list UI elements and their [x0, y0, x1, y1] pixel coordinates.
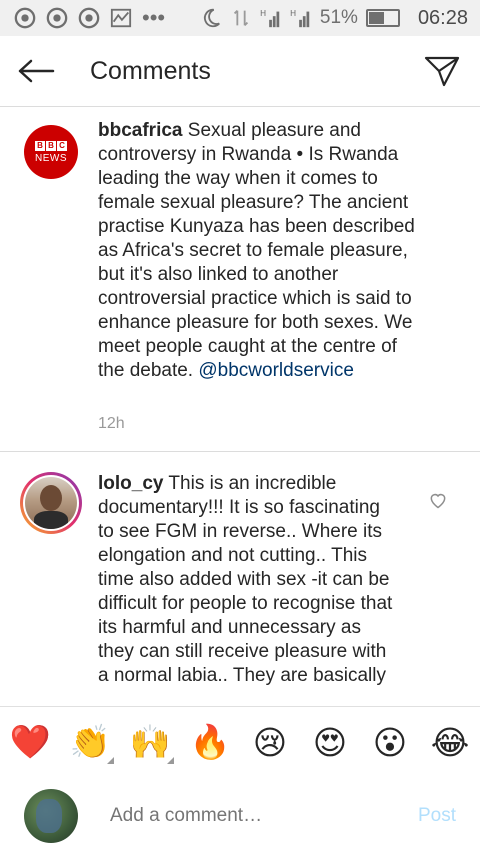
- emoji-heart[interactable]: ❤️: [6, 722, 54, 762]
- aperture-icon: [14, 7, 36, 29]
- status-icons-right: H H 51% 06:28: [200, 7, 468, 30]
- avatar-photo: [25, 477, 77, 529]
- post-button[interactable]: Post: [418, 805, 456, 827]
- comment-username[interactable]: lolo_cy: [98, 473, 163, 494]
- paper-plane-icon: [424, 56, 460, 87]
- aperture-icon: [78, 7, 100, 29]
- back-button[interactable]: [16, 51, 56, 91]
- back-arrow-icon: [18, 59, 55, 83]
- emoji-crying[interactable]: 😢: [246, 723, 294, 762]
- more-dots-icon: •••: [142, 5, 166, 30]
- emoji-heart-eyes[interactable]: 😍: [306, 723, 354, 762]
- post-caption: B B C NEWS bbcafrica Sexual pleasure and…: [0, 107, 480, 452]
- svg-text:H: H: [290, 8, 296, 18]
- emoji-laughing[interactable]: 😂: [426, 723, 474, 762]
- emoji-surprised[interactable]: 😮: [366, 723, 414, 762]
- caption-body: Sexual pleasure and controversy in Rwand…: [98, 120, 415, 381]
- bbc-news-label: NEWS: [35, 152, 67, 164]
- status-bar: ••• H H 51% 06:28: [0, 0, 480, 36]
- post-username[interactable]: bbcafrica: [98, 120, 182, 141]
- battery-icon: [365, 9, 400, 27]
- skin-tone-indicator-icon: [107, 757, 114, 764]
- avatar[interactable]: [20, 472, 82, 534]
- comment-item: lolo_cy This is an incredible documentar…: [0, 452, 480, 705]
- emoji-quick-bar: ❤️ 👏 🙌 🔥 😢 😍 😮 😂: [0, 706, 480, 778]
- aperture-icon: [46, 7, 68, 29]
- signal-h-icon: H: [290, 8, 310, 28]
- top-app-bar: Comments: [0, 36, 480, 107]
- battery-percent: 51%: [319, 7, 358, 28]
- share-button[interactable]: [422, 51, 462, 91]
- post-timestamp: 12h: [98, 415, 125, 432]
- comment-body: This is an incredible documentary!!! It …: [98, 473, 393, 686]
- comments-list[interactable]: B B C NEWS bbcafrica Sexual pleasure and…: [0, 107, 480, 705]
- comment-input[interactable]: [108, 803, 392, 828]
- data-transfer-icon: [233, 10, 248, 26]
- emoji-clap[interactable]: 👏: [66, 722, 114, 764]
- signal-h-icon: H: [260, 8, 280, 28]
- avatar: [24, 788, 78, 843]
- caption-text: bbcafrica Sexual pleasure and controvers…: [98, 119, 428, 383]
- emoji-raised-hands[interactable]: 🙌: [126, 722, 174, 764]
- skin-tone-indicator-icon: [167, 757, 174, 764]
- comment-text: lolo_cy This is an incredible documentar…: [98, 472, 398, 688]
- add-comment-bar: Post: [0, 777, 480, 854]
- moon-icon: [203, 8, 220, 28]
- emoji-fire[interactable]: 🔥: [186, 722, 234, 762]
- activity-chart-icon: [110, 8, 132, 28]
- page-title: Comments: [90, 56, 211, 85]
- mention-link[interactable]: @bbcworldservice: [198, 360, 354, 381]
- like-heart-icon[interactable]: [428, 490, 448, 510]
- bbc-logo: B B C: [35, 140, 67, 151]
- status-time: 06:28: [417, 6, 468, 29]
- status-icons-left: •••: [14, 5, 165, 31]
- svg-text:H: H: [260, 8, 266, 18]
- avatar[interactable]: B B C NEWS: [24, 125, 78, 179]
